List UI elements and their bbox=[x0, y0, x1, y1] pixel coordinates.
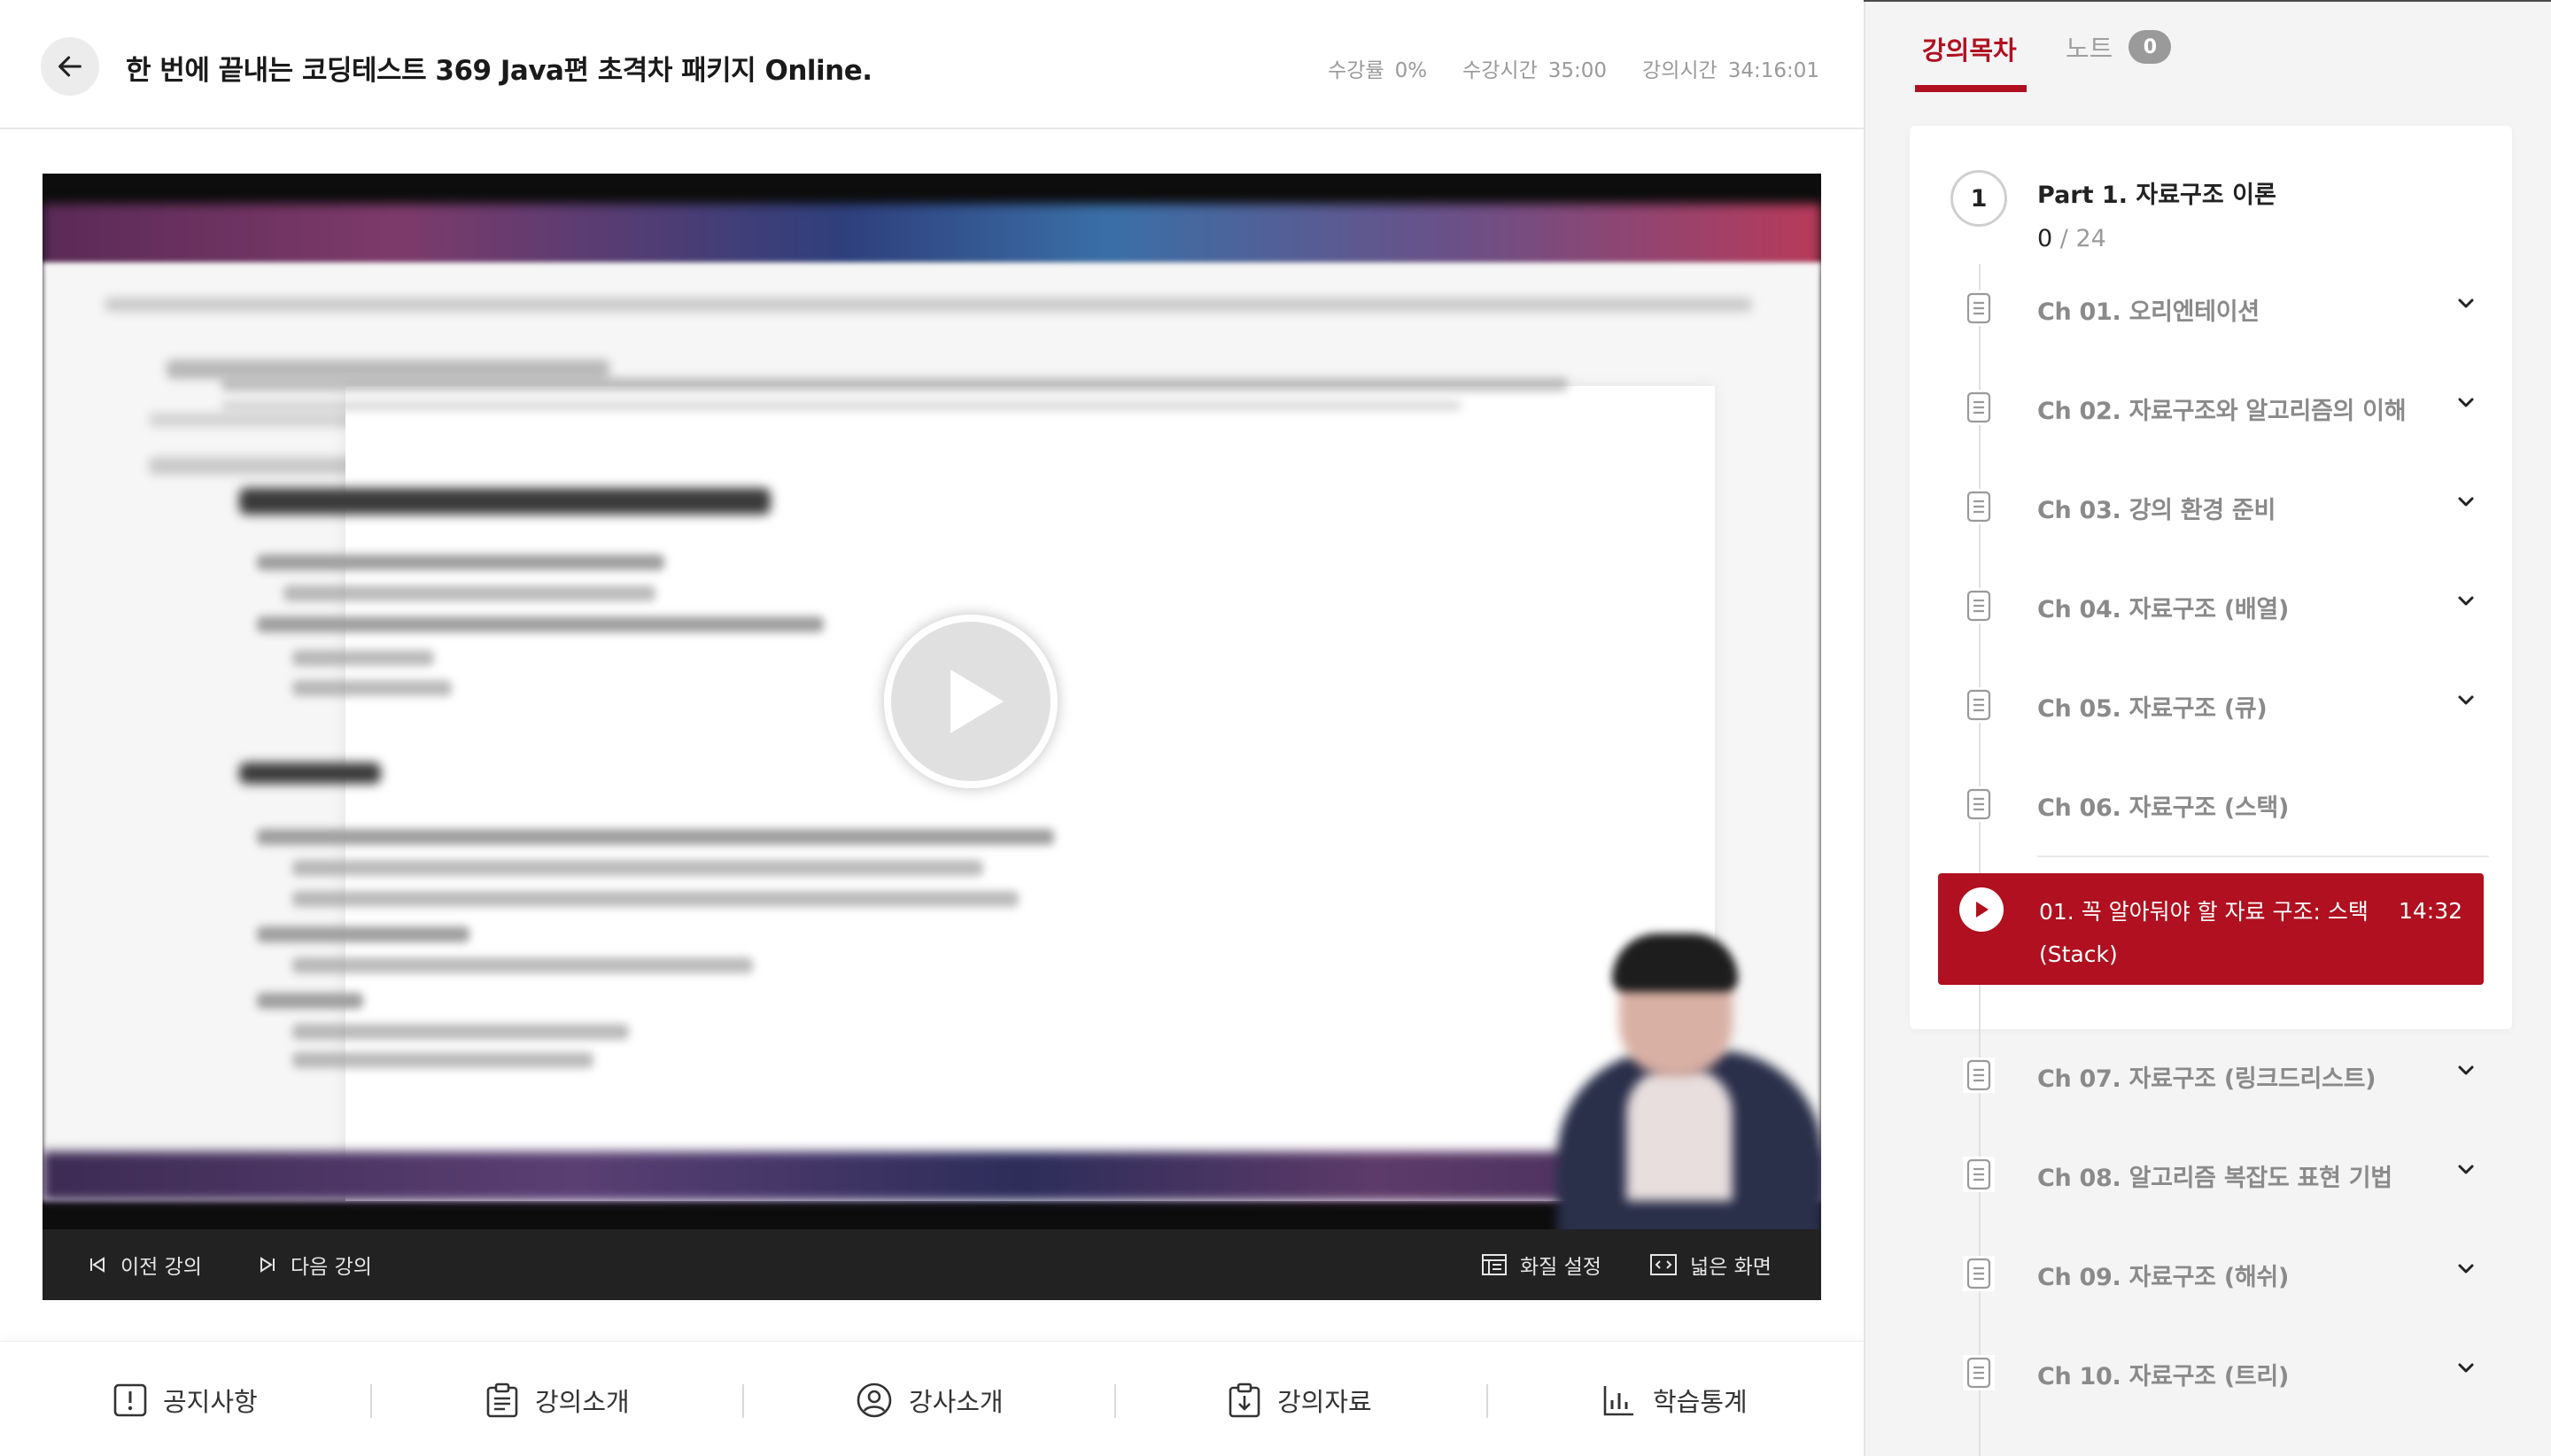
stat-watch-time: 수강시간 35:00 bbox=[1462, 59, 1608, 82]
back-button[interactable] bbox=[41, 37, 99, 96]
active-tab-indicator bbox=[1915, 85, 2027, 92]
document-icon bbox=[1963, 489, 1995, 524]
chevron-down-icon[interactable] bbox=[2455, 391, 2477, 416]
user-circle-icon bbox=[857, 1382, 892, 1418]
part-number-badge: 1 bbox=[1950, 170, 2007, 227]
sidebar-tabs: 강의목차 노트 0 bbox=[1865, 2, 2551, 96]
bar-chart-icon bbox=[1603, 1386, 1633, 1416]
tab-table-of-contents[interactable]: 강의목차 bbox=[1915, 2, 2027, 96]
chapter-item[interactable]: Ch 10. 자료구조 (트리) bbox=[1936, 1323, 2524, 1422]
bottom-tab-bar: 공지사항 강의소개 강사소개 강의자료 학습통계 bbox=[0, 1341, 1864, 1456]
stat-lecture-time: 강의시간 34:16:01 bbox=[1642, 59, 1819, 82]
wide-screen-label: 넓은 화면 bbox=[1690, 1256, 1772, 1279]
quality-setting-label: 화질 설정 bbox=[1520, 1256, 1601, 1279]
curriculum-sidebar: 강의목차 노트 0 1 Part 1. 자료구조 이론 0 / 24 Ch 01… bbox=[1864, 2, 2551, 1456]
play-button[interactable] bbox=[884, 615, 1058, 788]
chevron-down-icon[interactable] bbox=[2455, 491, 2477, 515]
tab-notice[interactable]: 공지사항 bbox=[113, 1379, 258, 1421]
current-lecture-duration: 14:32 bbox=[2398, 898, 2462, 924]
skip-back-icon bbox=[90, 1257, 105, 1273]
prev-lecture-label: 이전 강의 bbox=[120, 1256, 202, 1279]
chapter-item[interactable]: Ch 01. 오리엔테이션 bbox=[1936, 259, 2524, 358]
chapter-label: Ch 08. 알고리즘 복잡도 표현 기법 bbox=[2037, 1165, 2392, 1192]
lecture-header: 한 번에 끝내는 코딩테스트 369 Java편 초격차 패키지 Online.… bbox=[0, 2, 1864, 129]
chapter-label: Ch 10. 자료구조 (트리) bbox=[2037, 1363, 2289, 1390]
notice-icon bbox=[113, 1383, 147, 1417]
video-frame[interactable] bbox=[43, 174, 1821, 1229]
document-icon bbox=[1963, 290, 1995, 326]
part-progress: 0 / 24 bbox=[2037, 225, 2106, 252]
document-icon bbox=[1963, 1057, 1995, 1093]
chapter-item[interactable]: Ch 05. 자료구조 (큐) bbox=[1936, 655, 2524, 755]
chapter-label: Ch 04. 자료구조 (배열) bbox=[2037, 596, 2289, 623]
chevron-down-icon[interactable] bbox=[2455, 1158, 2477, 1183]
part-title: Part 1. 자료구조 이론 bbox=[2037, 182, 2276, 209]
clipboard-list-icon bbox=[486, 1382, 518, 1418]
chevron-down-icon[interactable] bbox=[2455, 1059, 2477, 1084]
wide-screen-icon bbox=[1650, 1254, 1677, 1275]
chapter-label: Ch 01. 오리엔테이션 bbox=[2037, 298, 2260, 326]
chapter-item[interactable]: Ch 09. 자료구조 (해쉬) bbox=[1936, 1224, 2524, 1323]
chapter-label: Ch 06. 자료구조 (스택) bbox=[2037, 794, 2289, 822]
tab-course-materials[interactable]: 강의자료 bbox=[1228, 1379, 1372, 1421]
chevron-down-icon[interactable] bbox=[2455, 590, 2477, 615]
next-lecture-button[interactable]: 다음 강의 bbox=[257, 1229, 372, 1300]
play-circle-icon bbox=[1959, 887, 2004, 932]
chapter-item[interactable]: Ch 03. 강의 환경 준비 bbox=[1936, 457, 2524, 556]
chapter-item[interactable]: Ch 08. 알고리즘 복잡도 표현 기법 bbox=[1936, 1125, 2524, 1224]
tab-course-intro[interactable]: 강의소개 bbox=[485, 1379, 630, 1421]
tab-notes[interactable]: 노트 0 bbox=[2066, 28, 2172, 66]
document-icon bbox=[1963, 687, 1995, 723]
current-lecture-title: 01. 꼭 알아둬야 할 자료 구조: 스택 (Stack) bbox=[2039, 899, 2369, 967]
chapter-divider bbox=[2037, 856, 2489, 857]
chapter-item[interactable]: Ch 07. 자료구조 (링크드리스트) bbox=[1936, 1026, 2524, 1125]
course-stats: 수강률 0% 수강시간 35:00 강의시간 34:16:01 bbox=[1328, 53, 1819, 83]
chapter-label: Ch 09. 자료구조 (해쉬) bbox=[2037, 1264, 2289, 1291]
player-control-bar: 이전 강의 다음 강의 화질 설정 넓은 화면 bbox=[43, 1229, 1821, 1300]
chapter-label: Ch 02. 자료구조와 알고리즘의 이해 bbox=[2037, 398, 2407, 425]
chevron-down-icon[interactable] bbox=[2455, 689, 2477, 714]
document-icon bbox=[1963, 588, 1995, 623]
play-icon bbox=[950, 670, 1004, 733]
quality-setting-button[interactable]: 화질 설정 bbox=[1481, 1229, 1601, 1300]
chevron-down-icon[interactable] bbox=[2455, 1258, 2477, 1282]
document-icon bbox=[1963, 1256, 1995, 1291]
clipboard-download-icon bbox=[1229, 1382, 1260, 1418]
next-lecture-label: 다음 강의 bbox=[291, 1256, 372, 1279]
prev-lecture-button[interactable]: 이전 강의 bbox=[87, 1229, 202, 1300]
video-blurred-page bbox=[221, 377, 1715, 1201]
document-icon bbox=[1963, 390, 1995, 425]
lecture-main-panel: 한 번에 끝내는 코딩테스트 369 Java편 초격차 패키지 Online.… bbox=[0, 0, 1864, 1456]
video-presenter bbox=[1513, 918, 1821, 1229]
video-player: 이전 강의 다음 강의 화질 설정 넓은 화면 bbox=[43, 174, 1821, 1300]
chapter-item[interactable]: Ch 04. 자료구조 (배열) bbox=[1936, 556, 2524, 655]
document-icon bbox=[1963, 786, 1995, 822]
tab-instructor-intro[interactable]: 강사소개 bbox=[856, 1379, 1004, 1421]
chapter-item[interactable]: Ch 06. 자료구조 (스택) bbox=[1936, 755, 2524, 854]
arrow-left-icon bbox=[58, 56, 81, 77]
notes-count-badge: 0 bbox=[2128, 30, 2172, 64]
current-lecture-item[interactable]: 01. 꼭 알아둬야 할 자료 구조: 스택 (Stack) 14:32 bbox=[1938, 873, 2484, 985]
chapter-item[interactable]: Ch 02. 자료구조와 알고리즘의 이해 bbox=[1936, 358, 2524, 457]
tab-learning-stats[interactable]: 학습통계 bbox=[1601, 1379, 1748, 1421]
course-title: 한 번에 끝내는 코딩테스트 369 Java편 초격차 패키지 Online. bbox=[126, 55, 872, 87]
chapter-label: Ch 03. 강의 환경 준비 bbox=[2037, 497, 2276, 524]
document-icon bbox=[1963, 1355, 1995, 1390]
wide-screen-button[interactable]: 넓은 화면 bbox=[1649, 1229, 1772, 1300]
chapter-label: Ch 05. 자료구조 (큐) bbox=[2037, 695, 2268, 723]
chapter-label: Ch 07. 자료구조 (링크드리스트) bbox=[2037, 1065, 2377, 1093]
chevron-down-icon[interactable] bbox=[2455, 1357, 2477, 1382]
chevron-down-icon[interactable] bbox=[2455, 292, 2477, 317]
document-icon bbox=[1963, 1157, 1995, 1192]
quality-icon bbox=[1482, 1254, 1507, 1275]
stat-progress: 수강률 0% bbox=[1328, 59, 1428, 82]
skip-forward-icon bbox=[260, 1257, 275, 1273]
video-blurred-banner bbox=[43, 204, 1821, 269]
